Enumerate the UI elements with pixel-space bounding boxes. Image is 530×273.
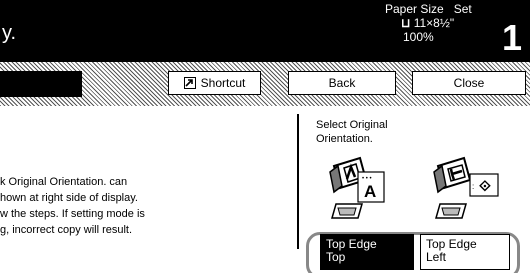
prompt-line-2: Orientation.: [316, 133, 373, 145]
back-button[interactable]: Back: [288, 71, 396, 95]
status-header: y. Paper Size Set ⊔ 11×8½" 100% 1: [0, 0, 530, 62]
top-edge-top-label-2: Top: [326, 250, 346, 264]
shortcut-button[interactable]: Shortcut: [168, 71, 261, 95]
shortcut-arrow-icon: [183, 77, 196, 89]
main-content: k Original Orientation. can hown at righ…: [0, 106, 530, 273]
top-edge-left-label-2: Left: [426, 250, 447, 264]
paper-size-value: 11×8½": [413, 16, 455, 30]
shortcut-label: Shortcut: [200, 76, 246, 90]
paper-info: Paper Size Set ⊔ 11×8½" 100%: [385, 2, 472, 44]
help-line-4: g, incorrect copy will result.: [0, 224, 133, 236]
help-line-3: w the steps. If setting mode is: [0, 208, 145, 220]
close-button[interactable]: Close: [412, 71, 526, 95]
svg-text::: :: [472, 182, 474, 191]
orientation-prompt: Select Original Orientation.: [316, 118, 388, 146]
paper-size-label: Paper Size: [385, 2, 444, 16]
prompt-line-1: Select Original: [316, 119, 388, 131]
top-edge-top-button[interactable]: Top Edge Top: [320, 234, 414, 270]
toolbar: Shortcut Back Close: [0, 62, 530, 106]
function-tab: [0, 71, 82, 97]
help-line-2: hown at right side of display.: [0, 192, 138, 204]
top-edge-left-button[interactable]: Top Edge Left: [420, 234, 510, 270]
landscape-paper-icon: ⊔: [401, 16, 411, 30]
copy-count: 1: [501, 17, 522, 58]
panel-divider: [297, 114, 299, 249]
original-top-edge-left-icon: ⟐ :: [432, 152, 502, 227]
set-label: Set: [453, 2, 472, 16]
zoom-value: 100%: [403, 30, 434, 44]
svg-text:⟐: ⟐: [479, 178, 491, 195]
svg-text:A: A: [364, 182, 376, 201]
help-message: k Original Orientation. can hown at righ…: [0, 174, 200, 238]
original-top-edge-top-icon: A • • •: [328, 152, 388, 227]
screen-title: y.: [2, 22, 17, 44]
svg-text:• • •: • • •: [362, 176, 372, 182]
help-line-1: k Original Orientation. can: [0, 176, 128, 188]
